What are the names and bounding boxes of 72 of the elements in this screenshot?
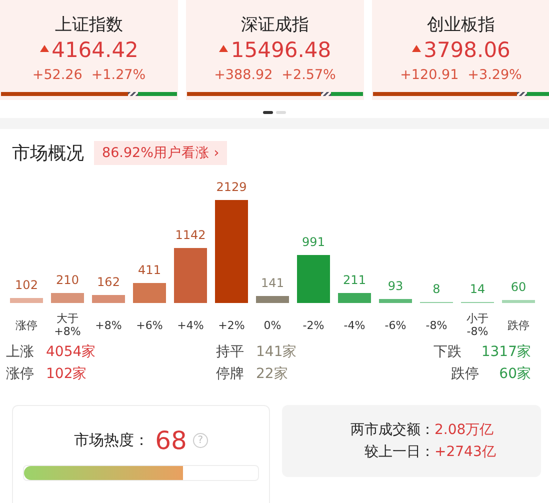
stat-value: 4054家 (46, 343, 96, 361)
bar-category: +2% (218, 318, 245, 334)
stat-label: 停牌 (216, 365, 244, 383)
bar-category: 涨停 (16, 318, 38, 334)
stat-value: 141家 (256, 343, 297, 361)
bar-category: 大于 +8% (54, 311, 81, 339)
bar (10, 298, 43, 303)
bar-category: -4% (344, 318, 366, 334)
bar-category: -8% (426, 318, 448, 334)
bar-value: 93 (388, 278, 404, 293)
stat-label: 跌停 (451, 365, 480, 383)
bar-category: -2% (302, 318, 324, 334)
index-name: 深证成指 (241, 14, 309, 36)
index-card[interactable]: 创业板指 3798.06 +120.91 +3.29% (372, 0, 549, 100)
stat-value: 22家 (256, 365, 288, 383)
bar (338, 292, 371, 303)
index-change: +388.92 (214, 67, 273, 83)
heat-label: 市场热度： (74, 431, 150, 450)
stat-value: 60家 (499, 365, 531, 383)
bar (502, 300, 535, 303)
stat-label: 持平 (216, 343, 244, 361)
bar-value: 162 (97, 275, 120, 290)
bar-value: 991 (302, 235, 325, 250)
index-card[interactable]: 深证成指 15496.48 +388.92 +2.57% (186, 0, 364, 100)
bar-category: 小于 -8% (466, 311, 488, 339)
section-title: 市场概况 (12, 142, 84, 165)
bar (133, 283, 166, 303)
index-percent: +2.57% (282, 67, 336, 83)
bar-value: 2129 (216, 180, 247, 194)
bar-value: 210 (56, 272, 79, 287)
bar-category: 0% (264, 318, 282, 334)
bar-value: 211 (343, 272, 366, 287)
bar (174, 248, 207, 303)
index-percent: +1.27% (91, 67, 146, 83)
index-price: 4164.42 (52, 37, 138, 63)
page-indicator[interactable] (263, 111, 273, 114)
bar-category: +4% (177, 318, 204, 334)
bar (92, 295, 125, 303)
stat-label: 涨停 (6, 365, 34, 383)
index-name: 创业板指 (427, 14, 495, 36)
bar (51, 292, 84, 303)
bar-value: 14 (470, 282, 486, 296)
index-change: +120.91 (400, 67, 459, 83)
bar-value: 8 (432, 282, 440, 296)
index-price: 3798.06 (424, 37, 510, 63)
bar (297, 255, 330, 303)
index-card[interactable]: 上证指数 4164.42 +52.26 +1.27% (0, 0, 178, 100)
index-change: +52.26 (32, 67, 82, 83)
index-name: 上证指数 (55, 14, 123, 36)
bar-value: 102 (15, 278, 38, 292)
heat-value: 68 (155, 426, 187, 455)
sentiment-button[interactable]: 86.92%用户看涨 › (94, 141, 228, 165)
stat-label: 下跌 (433, 343, 462, 361)
bar (256, 296, 289, 303)
bar-category: +8% (95, 318, 122, 334)
turnover-value: +2743亿 (434, 443, 497, 461)
bar-value: 411 (138, 263, 161, 278)
stat-label: 上涨 (6, 343, 34, 361)
stat-value: 102家 (46, 365, 87, 383)
index-price: 15496.48 (230, 37, 332, 63)
bar-value: 1142 (175, 228, 206, 242)
bar-category: +6% (136, 318, 163, 334)
bar-value: 141 (261, 276, 284, 290)
index-percent: +3.29% (468, 67, 522, 83)
bar (379, 298, 412, 303)
bar-value: 60 (510, 280, 526, 294)
turnover-value: 2.08万亿 (434, 421, 495, 439)
bar-category: 跌停 (508, 318, 530, 334)
bar-category: -6% (384, 318, 406, 334)
stat-value: 1317家 (481, 343, 531, 361)
turnover-label: 两市成交额： (350, 421, 434, 439)
turnover-label: 较上一日： (364, 443, 434, 461)
